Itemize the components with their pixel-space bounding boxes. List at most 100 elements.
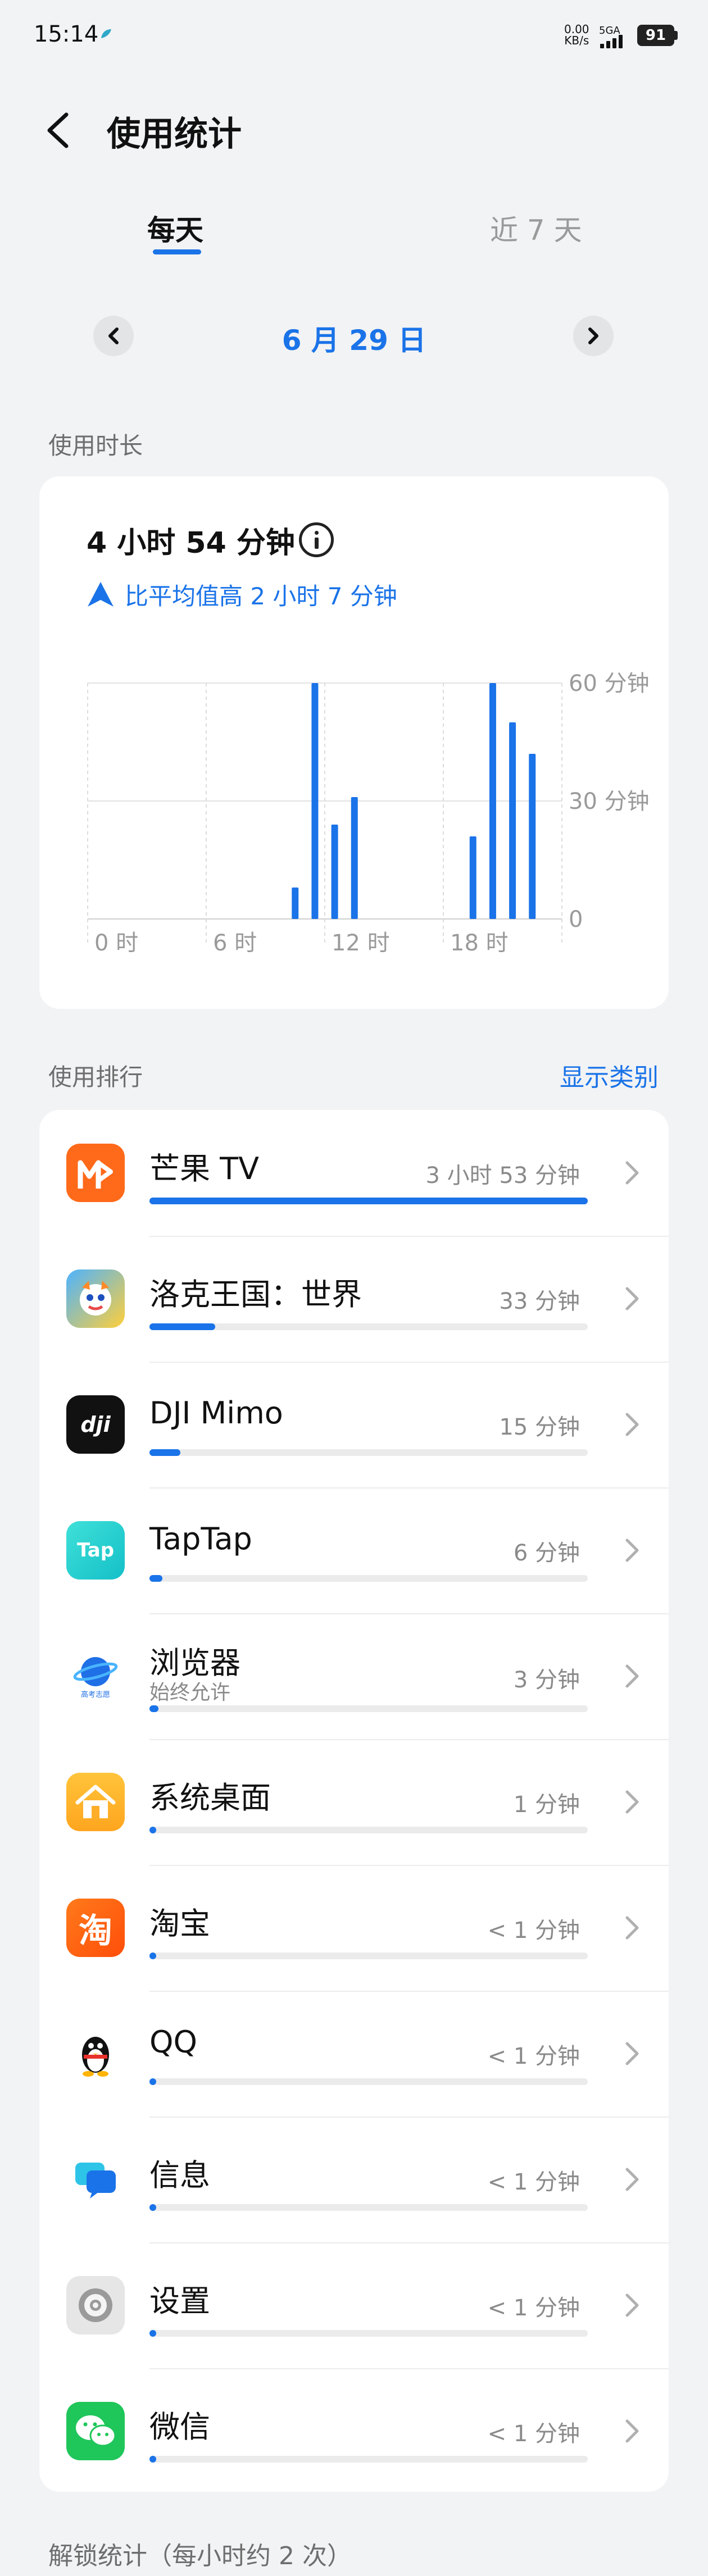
show-category-button[interactable]: 显示类别 [560, 1057, 659, 1093]
total-usage: 4 小时 54 分钟 [87, 526, 295, 560]
app-row[interactable]: 设置 < 1 分钟 [39, 2242, 669, 2368]
chart-bar [292, 888, 299, 919]
dji-mimo-icon: dji [66, 1395, 125, 1454]
active-tab-indicator [153, 249, 201, 254]
usage-progress-fill [149, 2330, 156, 2337]
settings-gear-icon [66, 2276, 125, 2334]
app-usage-time: < 1 分钟 [487, 2295, 580, 2321]
previous-day-button[interactable] [93, 316, 134, 356]
usage-progress-bar [149, 1449, 588, 1456]
unlock-stats-label: 解锁统计（每小时约 2 次） [48, 2542, 352, 2570]
app-name: 系统桌面 [149, 1780, 271, 1815]
net-speed-value: 0.00 [564, 22, 589, 36]
usage-progress-fill [149, 1827, 156, 1833]
usage-progress-bar [149, 2330, 588, 2337]
chevron-right-icon [625, 1539, 639, 1562]
app-row[interactable]: Tap TapTap 6 分钟 [39, 1487, 669, 1613]
usage-progress-fill [149, 1449, 180, 1456]
app-row[interactable]: 微信 < 1 分钟 [39, 2368, 669, 2494]
usage-progress-bar [149, 1323, 588, 1330]
app-row[interactable]: 系统桌面 1 分钟 [39, 1739, 669, 1865]
app-name: 淘宝 [149, 1906, 210, 1941]
chevron-right-icon [625, 2419, 639, 2443]
chart-x-tick-label: 0 时 [94, 930, 138, 956]
leaf-notification-icon [101, 29, 111, 38]
app-permission: 始终允许 [149, 1681, 231, 1704]
chevron-right-icon [625, 1916, 639, 1940]
app-row[interactable]: 淘淘宝 < 1 分钟 [39, 1865, 669, 1991]
usage-progress-fill [149, 2078, 156, 2085]
app-row[interactable]: 高考志愿 浏览器 始终允许 3 分钟 [39, 1613, 669, 1739]
app-name: DJI Mimo [149, 1395, 283, 1431]
usage-progress-fill [149, 2204, 156, 2211]
chart-x-tick-label: 18 时 [450, 930, 509, 956]
chart-bar [351, 797, 358, 919]
usage-progress-fill [149, 2456, 156, 2463]
battery-level: 91 [637, 25, 674, 46]
tab-daily[interactable]: 每天 [147, 208, 203, 248]
app-usage-time: 1 分钟 [513, 1792, 580, 1818]
arrow-up-icon [88, 582, 114, 607]
app-row[interactable]: 洛克王国：世界 33 分钟 [39, 1236, 669, 1362]
info-icon[interactable] [299, 522, 334, 557]
usage-duration-label: 使用时长 [48, 432, 143, 459]
usage-progress-bar [149, 2204, 588, 2211]
row-divider [149, 1739, 669, 1740]
row-divider [149, 2117, 669, 2118]
app-usage-time: 3 小时 53 分钟 [425, 1163, 580, 1189]
app-row[interactable]: 芒果 TV 3 小时 53 分钟 [39, 1110, 669, 1236]
app-row[interactable]: 信息 < 1 分钟 [39, 2117, 669, 2242]
chevron-right-icon [625, 1161, 639, 1185]
chart-y-tick-label: 60 分钟 [569, 671, 650, 697]
chevron-right-icon [625, 1664, 639, 1688]
chevron-right-icon [588, 327, 598, 344]
usage-progress-bar [149, 1705, 588, 1712]
row-divider [149, 1236, 669, 1237]
chart-bar [469, 836, 476, 919]
row-divider [149, 1362, 669, 1363]
usage-progress-bar [149, 2456, 588, 2463]
app-name: 芒果 TV [149, 1151, 260, 1186]
usage-progress-bar [149, 1827, 588, 1833]
page-title: 使用统计 [107, 115, 242, 154]
row-divider [149, 2368, 669, 2369]
chevron-right-icon [625, 2042, 639, 2065]
app-row[interactable]: QQ < 1 分钟 [39, 1991, 669, 2117]
next-day-button[interactable] [573, 316, 614, 356]
app-usage-time: 15 分钟 [499, 1414, 580, 1440]
usage-comparison: 比平均值高 2 小时 7 分钟 [125, 582, 397, 610]
chevron-right-icon [625, 2293, 639, 2317]
app-row[interactable]: dji DJI Mimo 15 分钟 [39, 1362, 669, 1487]
chevron-right-icon [625, 1413, 639, 1436]
app-usage-time: < 1 分钟 [487, 2043, 580, 2069]
taobao-icon: 淘 [66, 1899, 125, 1957]
usage-progress-fill [149, 1575, 163, 1582]
chevron-left-icon [108, 327, 119, 344]
app-name: 信息 [149, 2158, 210, 2193]
row-divider [149, 1487, 669, 1489]
home-launcher-icon [66, 1773, 125, 1831]
chart-bar [489, 683, 496, 919]
chart-bar [331, 825, 338, 919]
mango-tv-icon [66, 1144, 125, 1202]
usage-progress-fill [149, 1953, 156, 1959]
row-divider [149, 1613, 669, 1614]
net-speed-unit: KB/s [564, 34, 589, 47]
app-usage-time: < 1 分钟 [487, 2169, 580, 2195]
app-usage-time: 33 分钟 [499, 1289, 580, 1314]
chevron-right-icon [625, 1790, 639, 1814]
row-divider [149, 2242, 669, 2243]
qq-penguin-icon [66, 2024, 125, 2083]
app-usage-time: < 1 分钟 [487, 2421, 580, 2447]
messages-icon [66, 2150, 125, 2209]
usage-progress-bar [149, 1575, 588, 1582]
tab-last-7-days[interactable]: 近 7 天 [490, 208, 582, 248]
usage-progress-bar [149, 2078, 588, 2085]
chart-y-tick-label: 0 [569, 907, 583, 932]
back-button[interactable] [44, 112, 72, 148]
app-usage-time: < 1 分钟 [487, 1918, 580, 1944]
chevron-right-icon [625, 1287, 639, 1310]
chevron-right-icon [625, 2168, 639, 2191]
usage-ranking-label: 使用排行 [48, 1063, 143, 1091]
signal-bars-icon [600, 35, 623, 48]
